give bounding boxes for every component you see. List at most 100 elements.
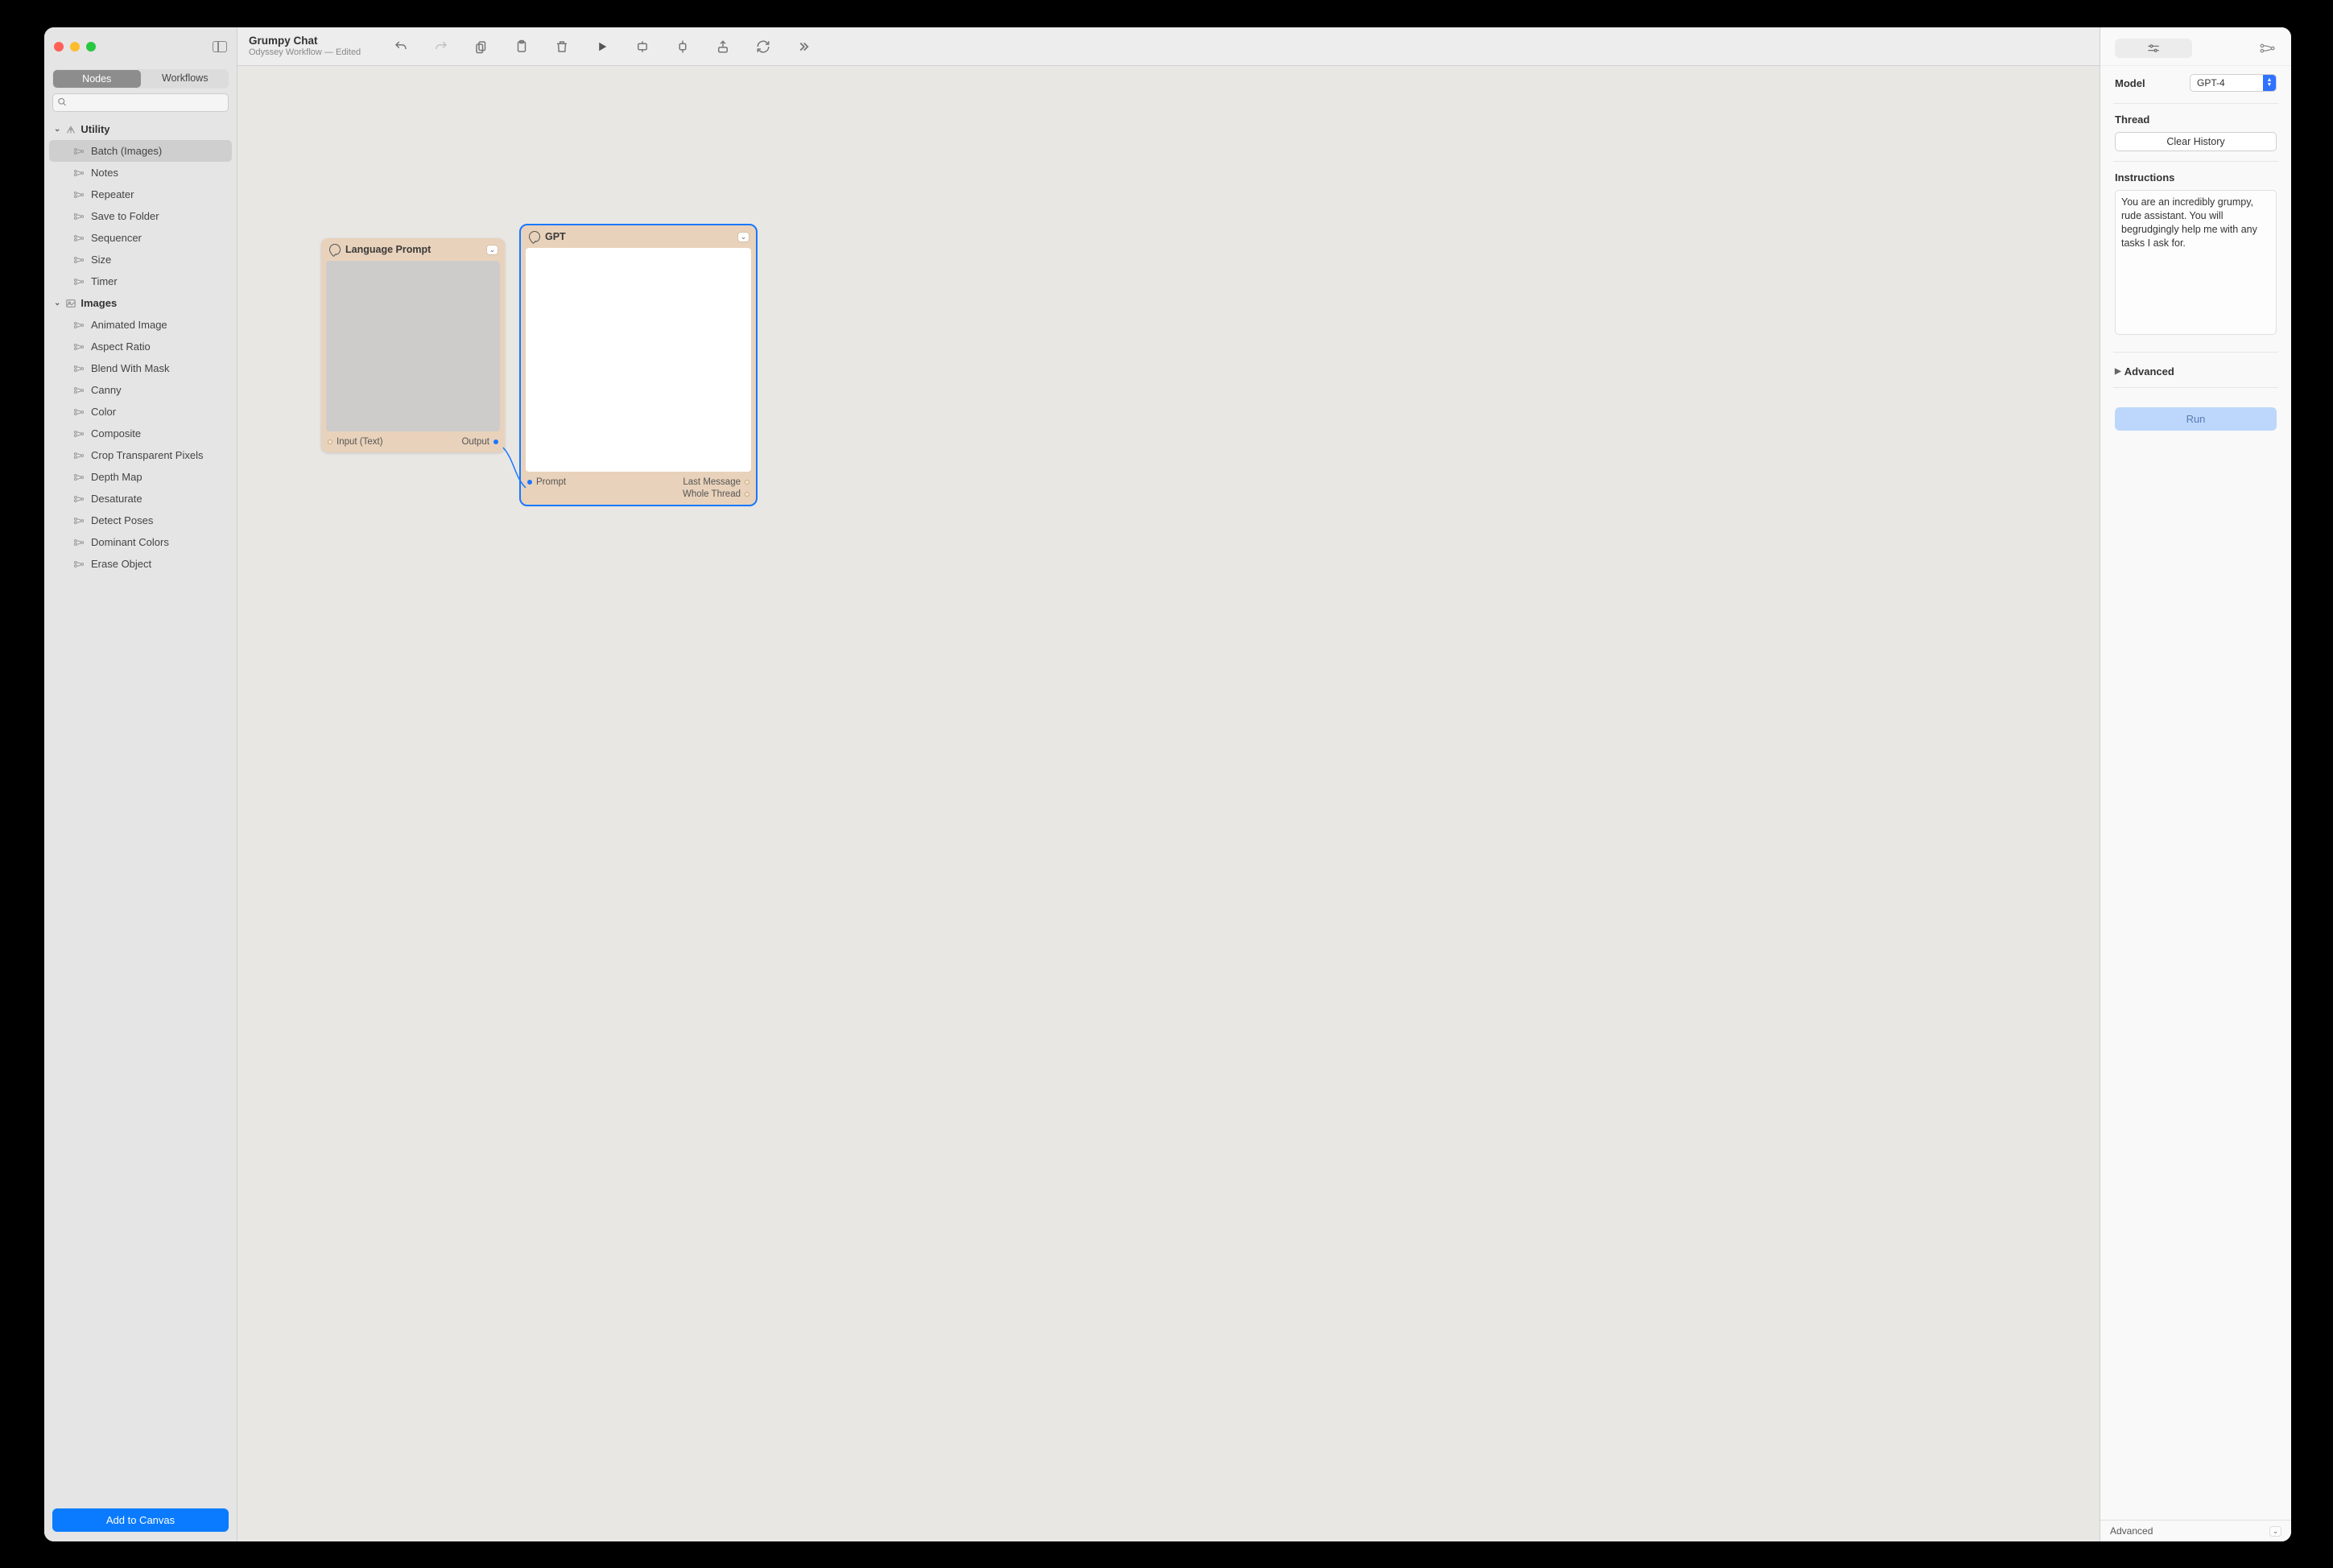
node-menu-button[interactable]: ⌄ xyxy=(486,245,498,255)
chat-icon xyxy=(329,244,341,255)
tree-item[interactable]: Crop Transparent Pixels xyxy=(49,444,232,466)
zoom-window-button[interactable] xyxy=(86,42,96,52)
chevron-updown-icon: ▲▼ xyxy=(2263,75,2276,91)
advanced-toggle[interactable]: ▶ Advanced xyxy=(2115,365,2277,378)
footer-dropdown-button[interactable]: ⌄ xyxy=(2269,1526,2281,1537)
node-language-prompt[interactable]: Language Prompt ⌄ Input (Text) Output xyxy=(321,238,505,452)
node-icon xyxy=(73,538,85,547)
instructions-textarea[interactable] xyxy=(2115,190,2277,335)
node-icon xyxy=(73,451,85,460)
model-label: Model xyxy=(2115,77,2145,89)
app-window: Nodes Workflows ⌄Utility Batch (Images) No… xyxy=(44,27,2291,1541)
minimize-window-button[interactable] xyxy=(70,42,80,52)
copy-icon[interactable] xyxy=(474,39,489,54)
search-wrap xyxy=(52,93,229,112)
search-input[interactable] xyxy=(52,93,229,112)
clear-history-button[interactable]: Clear History xyxy=(2115,132,2277,151)
title-block: Grumpy Chat Odyssey Workflow — Edited xyxy=(249,35,361,57)
share-icon[interactable] xyxy=(716,39,730,54)
tree-item-label: Crop Transparent Pixels xyxy=(91,449,203,461)
play-icon[interactable] xyxy=(595,39,609,54)
redo-icon[interactable] xyxy=(434,39,448,54)
tree-group-header[interactable]: ⌄Utility xyxy=(49,118,232,140)
paste-icon[interactable] xyxy=(514,39,529,54)
node-icon xyxy=(73,277,85,287)
sync-icon[interactable] xyxy=(756,39,770,54)
center-icon[interactable] xyxy=(675,39,690,54)
close-window-button[interactable] xyxy=(54,42,64,52)
node-body[interactable] xyxy=(526,248,751,472)
output-port[interactable] xyxy=(745,492,749,497)
fit-icon[interactable] xyxy=(635,39,650,54)
node-icon xyxy=(73,233,85,243)
tree-item-label: Color xyxy=(91,406,116,418)
tree-item-label: Size xyxy=(91,254,111,266)
tab-nodes[interactable]: Nodes xyxy=(53,70,141,88)
tree-item-label: Batch (Images) xyxy=(91,145,162,157)
trash-icon[interactable] xyxy=(555,39,569,54)
inspector-tab-sliders[interactable] xyxy=(2115,39,2192,58)
model-select[interactable]: GPT-4 ▲▼ xyxy=(2190,74,2277,92)
node-icon xyxy=(73,146,85,156)
tree-group-header[interactable]: ⌄Images xyxy=(49,292,232,314)
node-ports: Prompt Last Message Whole Thread xyxy=(521,472,756,505)
tree-item[interactable]: Size xyxy=(49,249,232,270)
output-port[interactable] xyxy=(493,439,498,444)
port-label: Input (Text) xyxy=(337,437,383,447)
tree-item[interactable]: Dominant Colors xyxy=(49,531,232,553)
node-icon xyxy=(73,364,85,373)
node-header[interactable]: Language Prompt ⌄ xyxy=(321,238,505,261)
window-controls xyxy=(54,42,96,52)
tree-item[interactable]: Repeater xyxy=(49,184,232,205)
input-port[interactable] xyxy=(328,439,332,444)
node-gpt[interactable]: GPT ⌄ Prompt Last Message Whole Thread xyxy=(521,225,756,505)
tree-item[interactable]: Save to Folder xyxy=(49,205,232,227)
document-title: Grumpy Chat xyxy=(249,35,361,47)
tree-item[interactable]: Erase Object xyxy=(49,553,232,575)
search-icon xyxy=(57,97,67,109)
node-tree: ⌄Utility Batch (Images) NotesRepeater Save … xyxy=(44,118,237,1502)
tree-item[interactable]: Canny xyxy=(49,379,232,401)
node-body[interactable] xyxy=(326,261,500,431)
node-icon xyxy=(73,429,85,439)
add-to-canvas-button[interactable]: Add to Canvas xyxy=(52,1508,229,1532)
output-port[interactable] xyxy=(745,480,749,485)
tree-item[interactable]: Detect Poses xyxy=(49,510,232,531)
undo-icon[interactable] xyxy=(394,39,408,54)
more-icon[interactable] xyxy=(796,39,811,54)
node-icon xyxy=(73,386,85,395)
port-label: Prompt xyxy=(536,477,566,487)
run-button[interactable]: Run xyxy=(2115,407,2277,431)
tree-item[interactable]: Aspect Ratio xyxy=(49,336,232,357)
tree-item[interactable]: Batch (Images) xyxy=(49,140,232,162)
tree-item[interactable]: Animated Image xyxy=(49,314,232,336)
node-icon xyxy=(73,559,85,569)
tree-item[interactable]: Timer xyxy=(49,270,232,292)
node-ports: Input (Text) Output xyxy=(321,431,505,452)
tree-item[interactable]: Depth Map xyxy=(49,466,232,488)
tree-item[interactable]: Composite xyxy=(49,423,232,444)
toolbar: Grumpy Chat Odyssey Workflow — Edited xyxy=(237,27,2100,66)
tree-item-label: Composite xyxy=(91,427,141,439)
tree-item-label: Desaturate xyxy=(91,493,142,505)
node-menu-button[interactable]: ⌄ xyxy=(737,232,749,242)
node-icon xyxy=(73,255,85,265)
tree-item[interactable]: Blend With Mask xyxy=(49,357,232,379)
tree-item[interactable]: Color xyxy=(49,401,232,423)
inspector-tab-graph[interactable] xyxy=(2259,42,2277,55)
tree-item-label: Dominant Colors xyxy=(91,536,169,548)
node-icon xyxy=(73,190,85,200)
node-icon xyxy=(73,494,85,504)
sidebar: Nodes Workflows ⌄Utility Batch (Images) No… xyxy=(44,27,237,1541)
tree-item[interactable]: Desaturate xyxy=(49,488,232,510)
input-port[interactable] xyxy=(527,480,532,485)
tree-item-label: Save to Folder xyxy=(91,210,159,222)
tree-item-label: Canny xyxy=(91,384,122,396)
sidebar-toggle-icon[interactable] xyxy=(213,41,227,52)
tree-item[interactable]: Notes xyxy=(49,162,232,184)
tab-workflows[interactable]: Workflows xyxy=(142,69,229,89)
tree-item[interactable]: Sequencer xyxy=(49,227,232,249)
inspector-body: Model GPT-4 ▲▼ Thread Clear History Inst… xyxy=(2100,66,2291,1520)
node-header[interactable]: GPT ⌄ xyxy=(521,225,756,248)
canvas[interactable]: Language Prompt ⌄ Input (Text) Output xyxy=(237,66,2100,1541)
